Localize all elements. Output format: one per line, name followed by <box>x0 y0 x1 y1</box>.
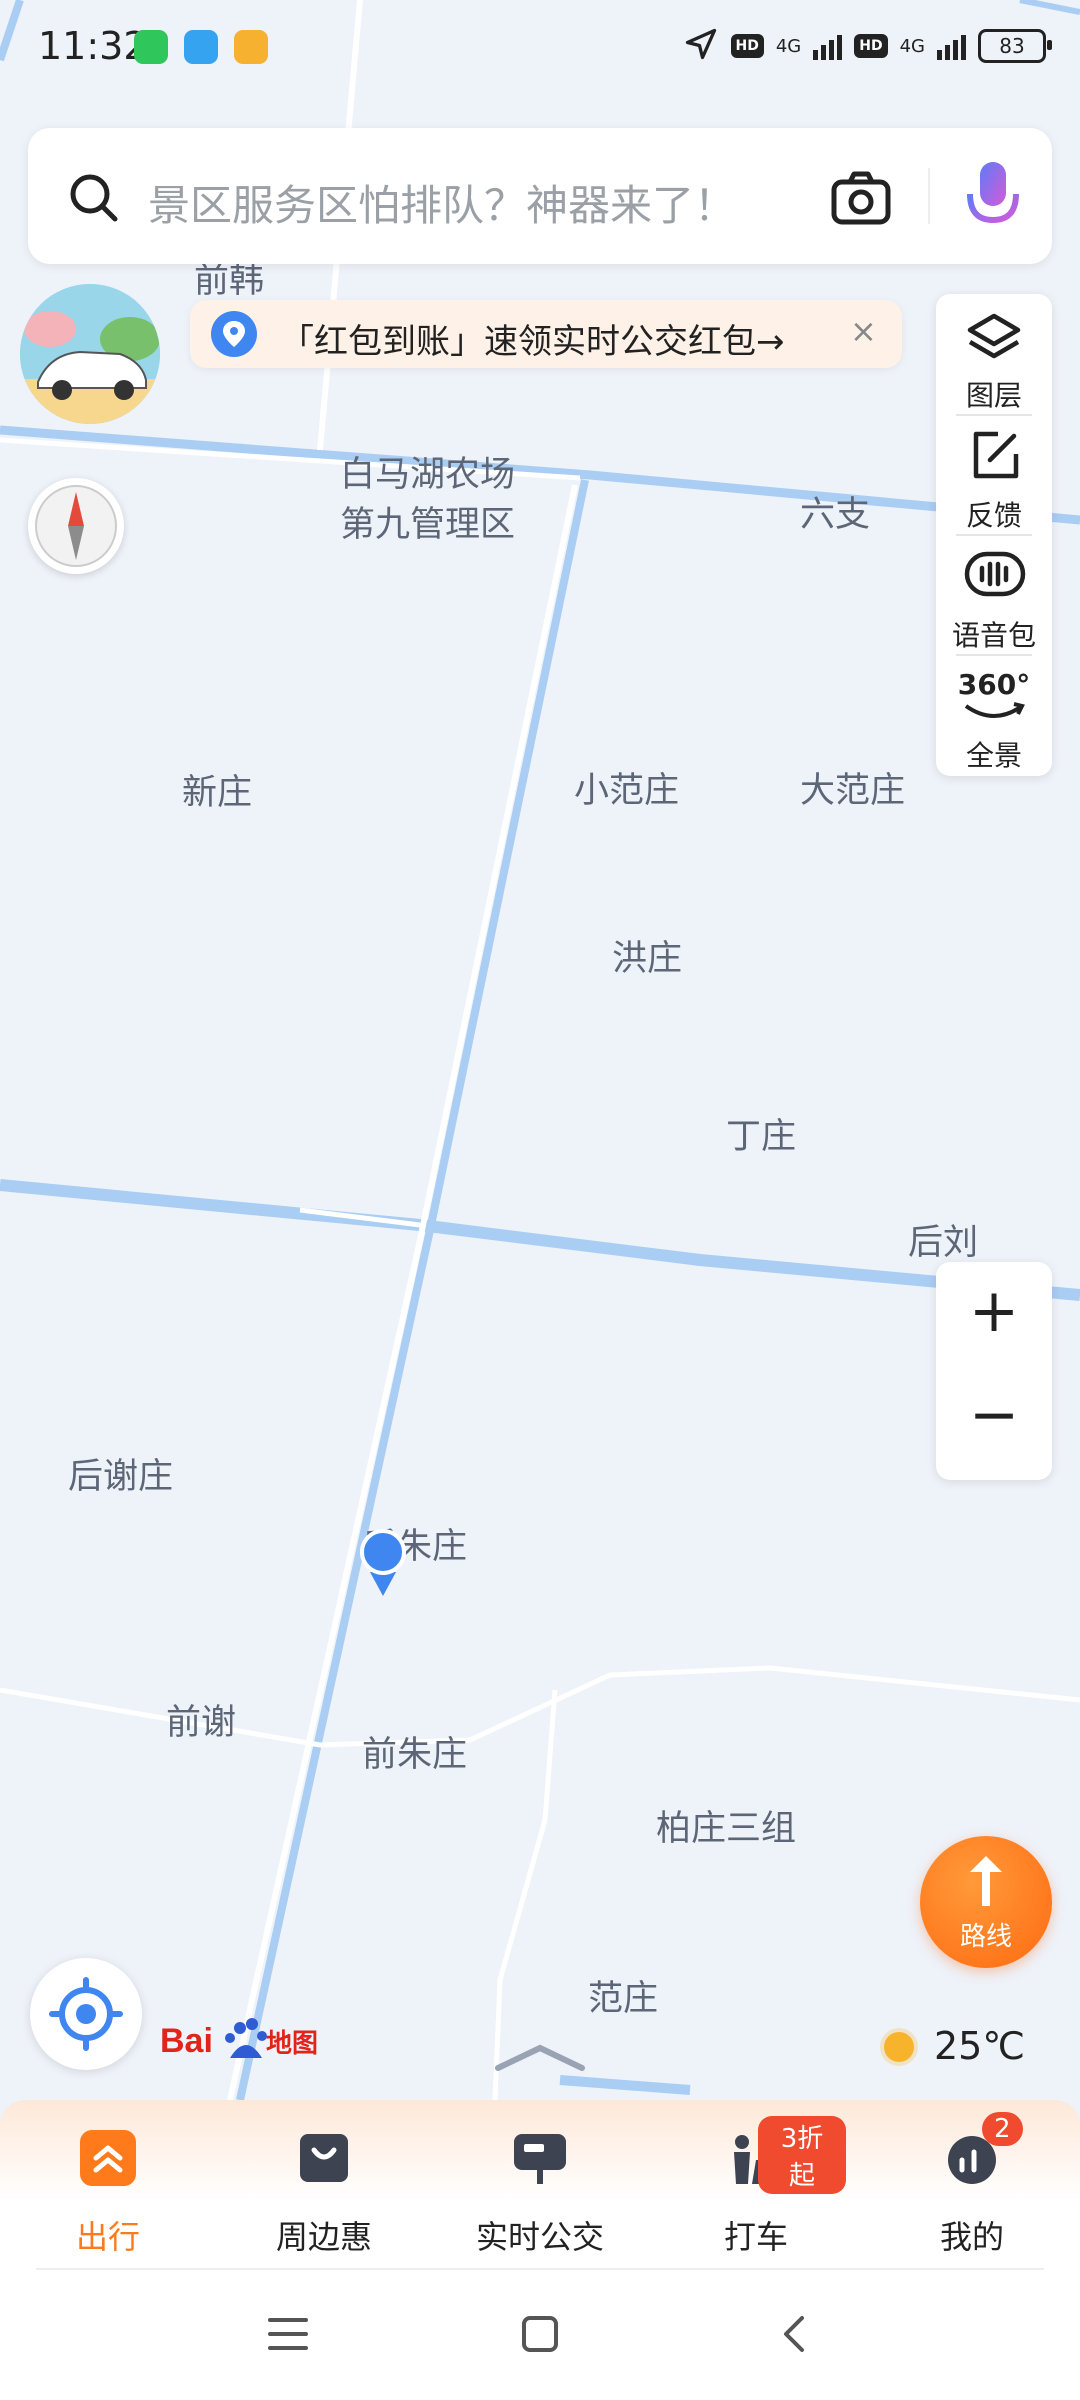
voice-pack-label: 语音包 <box>951 619 1036 652</box>
map-label[interactable]: 前朱庄 <box>362 1726 467 1777</box>
signal-icon <box>813 32 843 60</box>
back-icon[interactable] <box>774 2312 814 2360</box>
battery-level: 83 <box>999 34 1025 58</box>
search-input[interactable]: 景区服务区怕排队？神器来了！ <box>148 172 736 233</box>
location-arrow-icon <box>683 26 719 66</box>
home-icon[interactable] <box>518 2312 562 2360</box>
tab-taxi[interactable]: 3折起 打车 <box>666 2116 846 2258</box>
route-button[interactable]: 路线 <box>920 1836 1052 1968</box>
map-label[interactable]: 新庄 <box>182 764 252 815</box>
camera-icon[interactable] <box>830 170 892 230</box>
battery-icon: 83 <box>978 29 1052 63</box>
notes-icon <box>234 30 268 64</box>
layers-label: 图层 <box>965 379 1022 412</box>
route-arrow-icon <box>960 1854 1016 1914</box>
voice-pack-icon <box>964 548 1026 606</box>
microphone-icon[interactable] <box>958 158 1028 242</box>
rotate-arc-icon <box>960 700 1028 728</box>
svg-text:地图: 地图 <box>266 2029 318 2059</box>
map-label[interactable]: 洪庄 <box>612 930 682 981</box>
system-navigation-bar <box>0 2268 1080 2400</box>
target-icon <box>49 1977 123 2051</box>
layers-button[interactable]: 图层 <box>936 302 1052 422</box>
discount-badge: 3折起 <box>758 2116 846 2194</box>
tab-nearby-deals[interactable]: 周边惠 <box>234 2118 414 2258</box>
zoom-in-button[interactable]: + <box>936 1276 1052 1346</box>
promo-banner[interactable]: 「红包到账」速领实时公交红包→ × <box>190 300 902 368</box>
map-label[interactable]: 后谢庄 <box>68 1448 173 1499</box>
sun-icon <box>884 2032 914 2062</box>
location-pin-icon <box>210 310 258 362</box>
baidu-map-logo: Bai 地图 <box>160 2010 320 2070</box>
tab-label: 实时公交 <box>475 2218 604 2256</box>
compass-icon <box>35 485 117 567</box>
map-label[interactable]: 丁庄 <box>726 1108 796 1159</box>
bottom-tab-bar: 出行 周边惠 实时公交 3折起 打车 2 我的 <box>0 2100 1080 2268</box>
compass-button[interactable] <box>28 478 124 574</box>
map-label[interactable]: 柏庄三组 <box>656 1800 796 1851</box>
bus-stop-icon <box>512 2130 568 2186</box>
zoom-controls: + − <box>936 1262 1052 1480</box>
layers-icon <box>966 310 1022 370</box>
tab-label: 出行 <box>75 2218 140 2256</box>
status-time: 11:32 <box>38 24 148 68</box>
edit-icon <box>968 428 1022 486</box>
wechat-icon <box>134 30 168 64</box>
notification-badge: 2 <box>982 2112 1023 2146</box>
tab-label: 打车 <box>723 2218 788 2256</box>
hd-icon: HD <box>730 34 764 58</box>
panorama-label: 全景 <box>965 739 1022 772</box>
route-label: 路线 <box>959 1922 1012 1952</box>
network-type: 4G <box>899 35 925 57</box>
tab-me[interactable]: 2 我的 <box>882 2112 1062 2258</box>
divider <box>36 2268 1044 2270</box>
panorama-360-icon: 360° <box>957 668 1031 701</box>
tab-realtime-bus[interactable]: 实时公交 <box>450 2118 630 2258</box>
signal-icon <box>937 32 966 60</box>
status-right: HD 4G HD 4G 83 <box>683 26 1052 66</box>
status-bar: 11:32 HD 4G HD 4G 83 <box>0 0 1080 100</box>
map-tools-panel: 图层 反馈 语音包 360° 全景 <box>936 294 1052 776</box>
tab-label: 我的 <box>939 2218 1004 2256</box>
divider <box>956 414 1032 416</box>
search-icon <box>68 172 120 228</box>
feedback-button[interactable]: 反馈 <box>936 422 1052 542</box>
map-label[interactable]: 大范庄 <box>800 762 905 813</box>
temperature: 25℃ <box>934 2024 1026 2068</box>
current-location-marker <box>360 1528 406 1598</box>
divider <box>956 654 1032 656</box>
shopping-bag-icon <box>296 2130 352 2186</box>
map-label[interactable]: 小范庄 <box>574 762 679 813</box>
map-label[interactable]: 前谢 <box>166 1694 236 1745</box>
map-label[interactable]: 第九管理区 <box>340 496 515 547</box>
tab-travel[interactable]: 出行 <box>18 2118 198 2258</box>
map-label[interactable]: 六支 <box>800 486 870 537</box>
divider <box>956 534 1032 536</box>
network-type: 4G <box>775 35 802 57</box>
locate-me-button[interactable] <box>30 1958 142 2070</box>
search-bar[interactable]: 景区服务区怕排队？神器来了！ <box>28 128 1052 264</box>
menu-icon[interactable] <box>266 2314 310 2358</box>
app-notification-icon <box>184 30 218 64</box>
travel-icon <box>80 2130 136 2186</box>
map-label[interactable]: 后刘 <box>908 1214 978 1265</box>
zoom-out-button[interactable]: − <box>936 1380 1052 1450</box>
promo-text[interactable]: 「红包到账」速领实时公交红包→ <box>280 314 785 363</box>
hd-icon: HD <box>854 34 888 58</box>
svg-text:Bai: Bai <box>160 2022 213 2060</box>
divider <box>928 168 930 224</box>
close-icon[interactable]: × <box>850 312 877 350</box>
feedback-label: 反馈 <box>965 499 1022 532</box>
panorama-button[interactable]: 360° 全景 <box>936 662 1052 782</box>
voice-pack-button[interactable]: 语音包 <box>936 542 1052 662</box>
avatar[interactable] <box>20 284 160 424</box>
map-label[interactable]: 白马湖农场 <box>340 446 515 497</box>
tab-label: 周边惠 <box>275 2218 372 2256</box>
map-label[interactable]: 范庄 <box>588 1970 658 2021</box>
